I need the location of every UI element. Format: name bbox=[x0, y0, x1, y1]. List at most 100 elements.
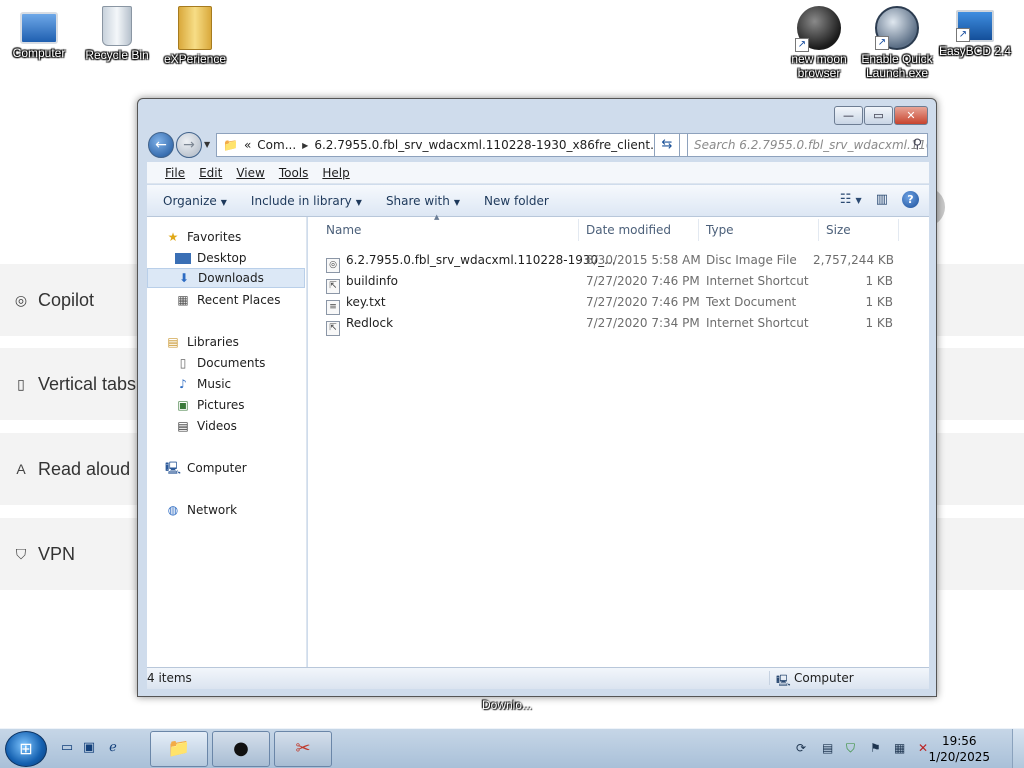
share-label: Share with bbox=[385, 193, 450, 208]
desktop-icon-recycle-bin[interactable]: Recycle Bin bbox=[78, 6, 156, 62]
network-tray-icon[interactable]: ▦ bbox=[894, 741, 905, 755]
nav-favorites[interactable]: ★ Favorites bbox=[165, 227, 242, 247]
address-overflow[interactable]: « bbox=[244, 138, 251, 152]
taskbar-explorer-button[interactable]: 📁 bbox=[150, 731, 208, 767]
menu-file[interactable]: File bbox=[165, 166, 185, 180]
file-size: 1 KB bbox=[865, 274, 893, 288]
new-folder-button[interactable]: New folder bbox=[476, 194, 557, 208]
tray-security-icon[interactable]: ⛉ bbox=[846, 741, 855, 756]
include-in-library-button[interactable]: Include in library ▼ bbox=[243, 194, 370, 208]
nav-label: Computer bbox=[187, 461, 247, 475]
column-divider[interactable] bbox=[578, 219, 579, 241]
taskbar-snipping-button[interactable]: ✂ bbox=[274, 731, 332, 767]
nav-libraries[interactable]: ▤ Libraries bbox=[165, 332, 239, 352]
recent-pages-dropdown[interactable]: ▼ bbox=[204, 140, 210, 149]
column-type[interactable]: Type bbox=[706, 223, 734, 237]
search-input[interactable]: Search 6.2.7955.0.fbl_srv_wdacxml.110...… bbox=[687, 133, 928, 157]
close-button[interactable]: ✕ bbox=[894, 106, 928, 125]
action-center-flag-icon[interactable]: ⚑ bbox=[870, 741, 881, 755]
moon-icon: ↗ bbox=[795, 6, 841, 52]
column-divider[interactable] bbox=[818, 219, 819, 241]
desktop-icon-label: new moon browser bbox=[791, 52, 847, 80]
menu-view[interactable]: View bbox=[236, 166, 264, 180]
file-row[interactable]: ⇱ Redlock 7/27/2020 7:34 PM Internet Shor… bbox=[308, 313, 929, 336]
nav-pictures[interactable]: ▣ Pictures bbox=[175, 395, 244, 415]
tray-app-icon[interactable]: ⟳ bbox=[796, 741, 806, 755]
nav-label: Recent Places bbox=[197, 293, 281, 307]
nav-desktop[interactable]: Desktop bbox=[175, 248, 247, 268]
explorer-window: — ▭ ✕ ← → ▼ 📁 « Com... ▶ 6.2.7955.0.fbl_… bbox=[137, 98, 937, 697]
minimize-button[interactable]: — bbox=[834, 106, 863, 125]
preview-pane-button[interactable]: ▥ bbox=[876, 192, 888, 207]
breadcrumb-computer[interactable]: Com... bbox=[257, 138, 296, 152]
internet-explorer-icon[interactable]: ℯ bbox=[104, 739, 122, 757]
switch-windows-icon[interactable]: ▣ bbox=[80, 739, 98, 757]
taskbar-browser-button[interactable]: ● bbox=[212, 731, 270, 767]
read-aloud-icon: A bbox=[16, 461, 26, 477]
computer-icon: 🖳 bbox=[776, 674, 791, 687]
quick-launch-icon: ↗ bbox=[875, 6, 919, 50]
star-icon: ★ bbox=[167, 230, 179, 244]
search-icon[interactable]: ⚲ bbox=[912, 134, 922, 156]
recent-places-icon: ▦ bbox=[177, 293, 189, 307]
menu-help[interactable]: Help bbox=[322, 166, 349, 180]
breadcrumb-separator-icon[interactable]: ▶ bbox=[302, 141, 308, 150]
column-divider[interactable] bbox=[698, 219, 699, 241]
clock-date: 1/20/2025 bbox=[928, 750, 990, 764]
help-button[interactable]: ? bbox=[902, 191, 919, 208]
file-row[interactable]: ≡ key.txt 7/27/2020 7:46 PM Text Document… bbox=[308, 292, 929, 315]
tray-clipboard-icon[interactable]: ▤ bbox=[822, 741, 833, 755]
organize-button[interactable]: Organize ▼ bbox=[155, 194, 235, 208]
forward-button[interactable]: → bbox=[176, 132, 202, 158]
change-view-button[interactable]: ☷ ▼ bbox=[840, 192, 862, 207]
clock[interactable]: 19:56 1/20/2025 bbox=[928, 733, 990, 765]
column-size[interactable]: Size bbox=[826, 223, 851, 237]
nav-downloads[interactable]: ⬇ Downloads bbox=[147, 268, 305, 288]
desktop-icon-experience[interactable]: eXPerience bbox=[156, 6, 234, 66]
window-caption-buttons: — ▭ ✕ bbox=[834, 106, 928, 125]
file-date: 7/27/2020 7:34 PM bbox=[586, 316, 700, 330]
volume-muted-icon[interactable]: ✕ bbox=[918, 741, 928, 755]
maximize-button[interactable]: ▭ bbox=[864, 106, 893, 125]
shortcut-arrow-icon: ↗ bbox=[795, 38, 809, 52]
desktop-icon-label: Computer bbox=[12, 46, 66, 60]
refresh-button[interactable]: ⇆ bbox=[654, 133, 680, 157]
column-date-modified[interactable]: Date modified bbox=[586, 223, 671, 237]
nav-music[interactable]: ♪ Music bbox=[175, 374, 231, 394]
column-name[interactable]: Name bbox=[326, 223, 361, 237]
nav-recent-places[interactable]: ▦ Recent Places bbox=[175, 290, 280, 310]
nav-label: Music bbox=[197, 377, 232, 391]
file-list: ▲ Name Date modified Type Size ◎ 6.2.7955… bbox=[308, 213, 929, 667]
nav-network[interactable]: ◍ Network bbox=[165, 500, 237, 520]
folder-icon: 📁 bbox=[167, 738, 191, 759]
address-bar[interactable]: 📁 « Com... ▶ 6.2.7955.0.fbl_srv_wdacxml.… bbox=[216, 133, 688, 157]
nav-label: Favorites bbox=[187, 230, 242, 244]
internet-shortcut-icon: ⇱ bbox=[326, 321, 340, 336]
desktop-icon-easybcd[interactable]: ↗ EasyBCD 2.4 bbox=[936, 6, 1014, 58]
vertical-tabs-icon: ▯ bbox=[17, 375, 25, 392]
command-bar: Organize ▼ Include in library ▼ Share with… bbox=[147, 185, 929, 217]
show-desktop-button[interactable] bbox=[1012, 729, 1024, 768]
share-with-button[interactable]: Share with ▼ bbox=[378, 194, 468, 208]
nav-label: Documents bbox=[197, 356, 266, 370]
network-icon: ◍ bbox=[167, 503, 179, 517]
taskbar: ⊞ ▭ ▣ ℯ 📁 ● ✂ ⟳ ▤ ⛉ ⚑ ▦ ✕ 19:56 1/20/202… bbox=[0, 728, 1024, 768]
nav-computer[interactable]: 🖳 Computer bbox=[165, 458, 247, 478]
desktop-icon-new-moon-browser[interactable]: ↗ new moon browser bbox=[780, 6, 858, 80]
nav-documents[interactable]: ▯ Documents bbox=[175, 353, 266, 373]
file-row[interactable]: ◎ 6.2.7955.0.fbl_srv_wdacxml.110228-1930_… bbox=[308, 250, 929, 273]
desktop-icon bbox=[175, 252, 191, 264]
desktop-icon-enable-quick-launch[interactable]: ↗ Enable Quick Launch.exe bbox=[858, 6, 936, 80]
desktop-icon-computer[interactable]: Computer bbox=[0, 6, 78, 60]
nav-videos[interactable]: ▤ Videos bbox=[175, 416, 237, 436]
back-button[interactable]: ← bbox=[148, 132, 174, 158]
show-desktop-quicklaunch-icon[interactable]: ▭ bbox=[58, 739, 76, 757]
menu-edit[interactable]: Edit bbox=[199, 166, 222, 180]
breadcrumb-current-folder[interactable]: 6.2.7955.0.fbl_srv_wdacxml.110228-1930_x… bbox=[314, 138, 671, 152]
start-button[interactable]: ⊞ bbox=[5, 731, 47, 767]
status-bar: 4 items 🖳 Computer bbox=[147, 667, 929, 689]
file-row[interactable]: ⇱ buildinfo 7/27/2020 7:46 PM Internet Sh… bbox=[308, 271, 929, 294]
desktop-icon-label: EasyBCD 2.4 bbox=[938, 44, 1012, 58]
column-divider[interactable] bbox=[898, 219, 899, 241]
menu-tools[interactable]: Tools bbox=[279, 166, 309, 180]
